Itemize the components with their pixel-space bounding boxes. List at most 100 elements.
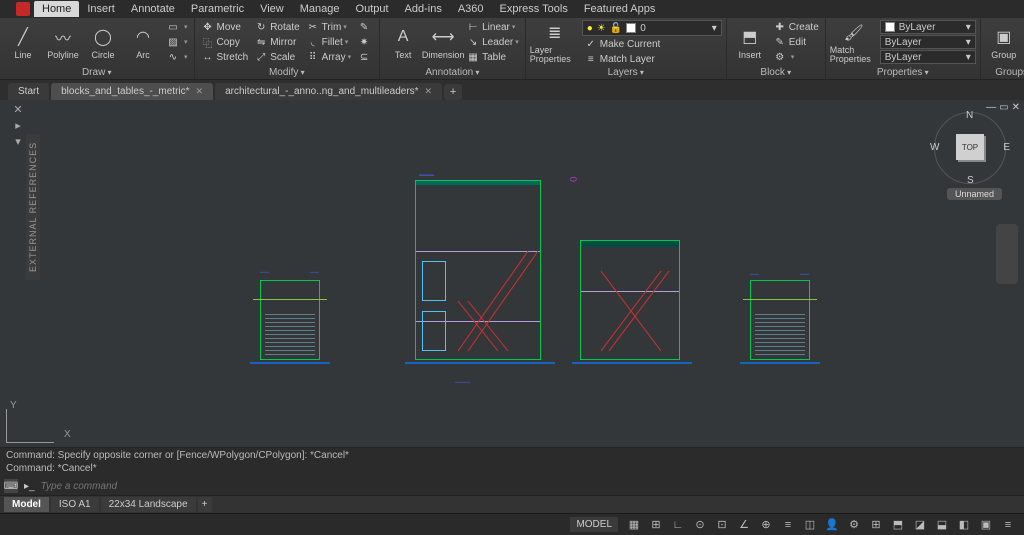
block-attr-button[interactable]: ⚙▾ [771, 50, 821, 64]
match-layer-button[interactable]: ≡Match Layer [582, 52, 722, 66]
menu-parametric[interactable]: Parametric [183, 1, 252, 17]
menu-express[interactable]: Express Tools [492, 1, 576, 17]
hatch-button[interactable]: ▨▾ [164, 35, 190, 49]
external-references-tab[interactable]: EXTERNAL REFERENCES [26, 134, 40, 280]
dimension-button[interactable]: ⟷Dimension [424, 20, 462, 66]
qp-toggle[interactable]: 👤 [822, 516, 842, 534]
layout-22x34[interactable]: 22x34 Landscape [101, 497, 196, 512]
dyn-toggle[interactable]: ⊕ [756, 516, 776, 534]
leader-button[interactable]: ↘Leader▾ [464, 35, 521, 49]
scale-button[interactable]: ⤢Scale [252, 50, 301, 64]
offset-button[interactable]: ⊆ [355, 50, 375, 64]
ws-toggle[interactable]: ⊞ [866, 516, 886, 534]
rotate-button[interactable]: ↻Rotate [252, 20, 301, 34]
status-mode[interactable]: MODEL [570, 517, 618, 532]
menu-featured[interactable]: Featured Apps [576, 1, 664, 17]
insert-button[interactable]: ⬒Insert [731, 20, 769, 66]
spline-button[interactable]: ∿▾ [164, 50, 190, 64]
group-button[interactable]: ▣Group [985, 20, 1023, 66]
layer-dropdown[interactable]: ● ☀ 🔓 0 ▾ [582, 20, 722, 36]
command-icon[interactable]: ⌨ [4, 479, 18, 493]
anno-toggle[interactable]: ⬒ [888, 516, 908, 534]
osnap-toggle[interactable]: ⊡ [712, 516, 732, 534]
mirror-button[interactable]: ⇋Mirror [252, 35, 301, 49]
linetype-select[interactable]: ByLayer▾ [880, 50, 976, 64]
viewcube-face[interactable]: TOP [956, 134, 984, 160]
tab-file2[interactable]: architectural_-_anno..ng_and_multileader… [215, 83, 442, 100]
polyline-button[interactable]: 〰Polyline [44, 20, 82, 66]
lwt-toggle[interactable]: ≡ [778, 516, 798, 534]
lineweight-select[interactable]: ByLayer▾ [880, 35, 976, 49]
palette-icon[interactable]: ▸ [6, 118, 30, 132]
menu-annotate[interactable]: Annotate [123, 1, 183, 17]
viewcube-e[interactable]: E [1003, 142, 1010, 153]
customize-button[interactable]: ≡ [998, 516, 1018, 534]
menu-output[interactable]: Output [348, 1, 397, 17]
close-icon[interactable]: ✕ [425, 86, 433, 97]
menu-insert[interactable]: Insert [79, 1, 123, 17]
rect-button[interactable]: ▭▾ [164, 20, 190, 34]
snap-toggle[interactable]: ⊞ [646, 516, 666, 534]
trim-button[interactable]: ✂Trim▾ [304, 20, 353, 34]
ortho-toggle[interactable]: ∟ [668, 516, 688, 534]
make-current-button[interactable]: ✓Make Current [582, 37, 722, 51]
explode-button[interactable]: ✷ [355, 35, 375, 49]
current-layer: 0 [640, 23, 646, 34]
copy-button[interactable]: ⿻Copy [199, 35, 251, 49]
group-icon: ▣ [993, 26, 1015, 48]
menu-manage[interactable]: Manage [292, 1, 348, 17]
text-button[interactable]: AText [384, 20, 422, 66]
menu-a360[interactable]: A360 [450, 1, 492, 17]
otrack-toggle[interactable]: ∠ [734, 516, 754, 534]
arc-button[interactable]: ◠Arc [124, 20, 162, 66]
viewcube-w[interactable]: W [930, 142, 939, 153]
viewcube-n[interactable]: N [966, 110, 973, 121]
layout-iso-a1[interactable]: ISO A1 [51, 497, 99, 512]
linear-button[interactable]: ⊢Linear▾ [464, 20, 521, 34]
app-logo[interactable] [16, 2, 30, 16]
table-button[interactable]: ▦Table [464, 50, 521, 64]
menu-home[interactable]: Home [34, 1, 79, 17]
tab-file1[interactable]: blocks_and_tables_-_metric*✕ [51, 83, 213, 100]
close-icon[interactable]: ✕ [196, 86, 204, 97]
menu-view[interactable]: View [252, 1, 292, 17]
layer-props-button[interactable]: ≣Layer Properties [530, 20, 580, 66]
stretch-button[interactable]: ↔Stretch [199, 50, 251, 64]
line-button[interactable]: ╱Line [4, 20, 42, 66]
viewcube-label[interactable]: Unnamed [947, 188, 1002, 200]
viewcube-s[interactable]: S [967, 175, 974, 186]
viewcube[interactable]: N S E W TOP [934, 112, 1006, 184]
drawing-viewport[interactable]: — ▭ ✕ ✕ ▸ ▾ EXTERNAL REFERENCES N S E W … [0, 100, 1024, 447]
scale-icon: ⤢ [254, 51, 268, 63]
move-button[interactable]: ✥Move [199, 20, 251, 34]
navigation-bar[interactable] [996, 224, 1018, 284]
command-input[interactable] [41, 481, 1020, 492]
fillet-button[interactable]: ◟Fillet▾ [304, 35, 353, 49]
layout-model[interactable]: Model [4, 497, 49, 512]
sc-toggle[interactable]: ⚙ [844, 516, 864, 534]
menu-addins[interactable]: Add-ins [397, 1, 450, 17]
circle-button[interactable]: ◯Circle [84, 20, 122, 66]
edit-block-button[interactable]: ✎Edit [771, 35, 821, 49]
create-block-button[interactable]: ✚Create [771, 20, 821, 34]
transparency-toggle[interactable]: ◫ [800, 516, 820, 534]
color-select[interactable]: ByLayer▾ [880, 20, 976, 34]
array-button[interactable]: ⠿Array▾ [304, 50, 353, 64]
close-vp-button[interactable]: ✕ [1012, 102, 1020, 113]
anno2-toggle[interactable]: ◪ [910, 516, 930, 534]
hw-toggle[interactable]: ⬓ [932, 516, 952, 534]
add-layout-button[interactable]: + [198, 497, 212, 512]
grid-toggle[interactable]: ▦ [624, 516, 644, 534]
file-tabs: Start blocks_and_tables_-_metric*✕ archi… [0, 80, 1024, 100]
polar-toggle[interactable]: ⊙ [690, 516, 710, 534]
add-tab-button[interactable]: + [444, 84, 462, 100]
erase-button[interactable]: ✎ [355, 20, 375, 34]
tab-start[interactable]: Start [8, 83, 49, 100]
linear-icon: ⊢ [466, 21, 480, 33]
offset-icon: ⊆ [357, 51, 371, 63]
match-props-button[interactable]: 🖌Match Properties [830, 20, 878, 66]
close-palette-icon[interactable]: ✕ [6, 102, 30, 116]
rect-icon: ▭ [166, 21, 180, 33]
iso-toggle[interactable]: ◧ [954, 516, 974, 534]
clean-toggle[interactable]: ▣ [976, 516, 996, 534]
